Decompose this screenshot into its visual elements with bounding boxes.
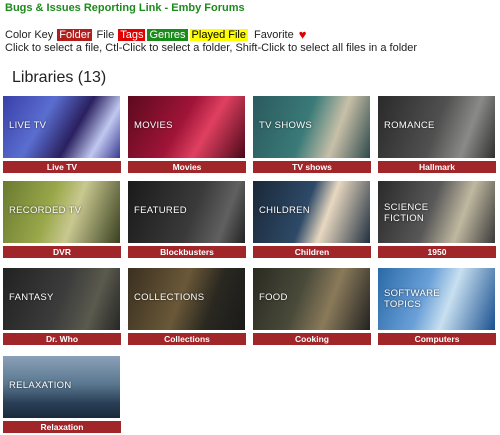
thumbnail-label: ROMANCE — [384, 120, 435, 131]
color-key: Color Key Folder File Tags Genres Played… — [5, 27, 306, 42]
color-key-label: Color Key — [5, 28, 54, 41]
thumbnail-label: FANTASY — [9, 292, 54, 303]
library-tile-dr-who[interactable]: FANTASY Dr. Who — [3, 268, 121, 345]
library-thumbnail[interactable]: RELAXATION — [3, 356, 120, 418]
library-tile-dvr[interactable]: RECORDED TV DVR — [3, 181, 121, 258]
library-thumbnail[interactable]: SOFTWARE TOPICS — [378, 268, 495, 330]
library-tile-blockbusters[interactable]: FEATURED Blockbusters — [128, 181, 246, 258]
library-tile-hallmark[interactable]: ROMANCE Hallmark — [378, 96, 496, 173]
libraries-title: Libraries (13) — [12, 69, 107, 86]
library-tile-1950[interactable]: SCIENCE FICTION 1950 — [378, 181, 496, 258]
key-tags: Tags — [118, 28, 146, 41]
thumbnail-label: FEATURED — [134, 205, 187, 216]
library-tile-collections[interactable]: COLLECTIONS Collections — [128, 268, 246, 345]
library-tile-movies[interactable]: MOVIES Movies — [128, 96, 246, 173]
library-caption[interactable]: Hallmark — [378, 161, 496, 173]
library-caption[interactable]: TV shows — [253, 161, 371, 173]
key-folder: Folder — [57, 28, 93, 41]
library-thumbnail[interactable]: MOVIES — [128, 96, 245, 158]
library-caption[interactable]: 1950 — [378, 246, 496, 258]
library-thumbnail[interactable]: FANTASY — [3, 268, 120, 330]
thumbnail-label: RECORDED TV — [9, 205, 82, 216]
library-caption[interactable]: Computers — [378, 333, 496, 345]
library-thumbnail[interactable]: COLLECTIONS — [128, 268, 245, 330]
library-tile-cooking[interactable]: FOOD Cooking — [253, 268, 371, 345]
library-caption[interactable]: Dr. Who — [3, 333, 121, 345]
bug-report-link[interactable]: Bugs & Issues Reporting Link - Emby Foru… — [5, 2, 245, 14]
library-thumbnail[interactable]: FOOD — [253, 268, 370, 330]
library-caption[interactable]: Blockbusters — [128, 246, 246, 258]
thumbnail-label: SOFTWARE TOPICS — [384, 288, 440, 310]
thumbnail-label: MOVIES — [134, 120, 173, 131]
heart-icon: ♥ — [298, 27, 307, 42]
library-thumbnail[interactable]: SCIENCE FICTION — [378, 181, 495, 243]
key-played-file: Played File — [189, 28, 248, 41]
key-favorite: Favorite — [253, 28, 294, 41]
library-tile-computers[interactable]: SOFTWARE TOPICS Computers — [378, 268, 496, 345]
library-caption[interactable]: Live TV — [3, 161, 121, 173]
library-caption[interactable]: Cooking — [253, 333, 371, 345]
library-caption[interactable]: Collections — [128, 333, 246, 345]
key-genres: Genres — [147, 28, 188, 41]
library-caption[interactable]: Movies — [128, 161, 246, 173]
library-thumbnail[interactable]: RECORDED TV — [3, 181, 120, 243]
thumbnail-label: FOOD — [259, 292, 288, 303]
library-tile-relaxation[interactable]: RELAXATION Relaxation — [3, 356, 121, 433]
library-thumbnail[interactable]: LIVE TV — [3, 96, 120, 158]
library-thumbnail[interactable]: ROMANCE — [378, 96, 495, 158]
thumbnail-label: TV SHOWS — [259, 120, 313, 131]
library-thumbnail[interactable]: CHILDREN — [253, 181, 370, 243]
library-caption[interactable]: DVR — [3, 246, 121, 258]
thumbnail-label: CHILDREN — [259, 205, 310, 216]
library-tile-tv-shows[interactable]: TV SHOWS TV shows — [253, 96, 371, 173]
library-caption[interactable]: Relaxation — [3, 421, 121, 433]
selection-instructions: Click to select a file, Ctl-Click to sel… — [5, 42, 418, 54]
thumbnail-label: LIVE TV — [9, 120, 47, 131]
library-tile-children[interactable]: CHILDREN Children — [253, 181, 371, 258]
key-file: File — [94, 28, 117, 41]
library-thumbnail[interactable]: TV SHOWS — [253, 96, 370, 158]
thumbnail-label: RELAXATION — [9, 380, 72, 391]
library-caption[interactable]: Children — [253, 246, 371, 258]
library-thumbnail[interactable]: FEATURED — [128, 181, 245, 243]
thumbnail-label: SCIENCE FICTION — [384, 202, 429, 224]
library-tile-live-tv[interactable]: LIVE TV Live TV — [3, 96, 121, 173]
thumbnail-label: COLLECTIONS — [134, 292, 205, 303]
